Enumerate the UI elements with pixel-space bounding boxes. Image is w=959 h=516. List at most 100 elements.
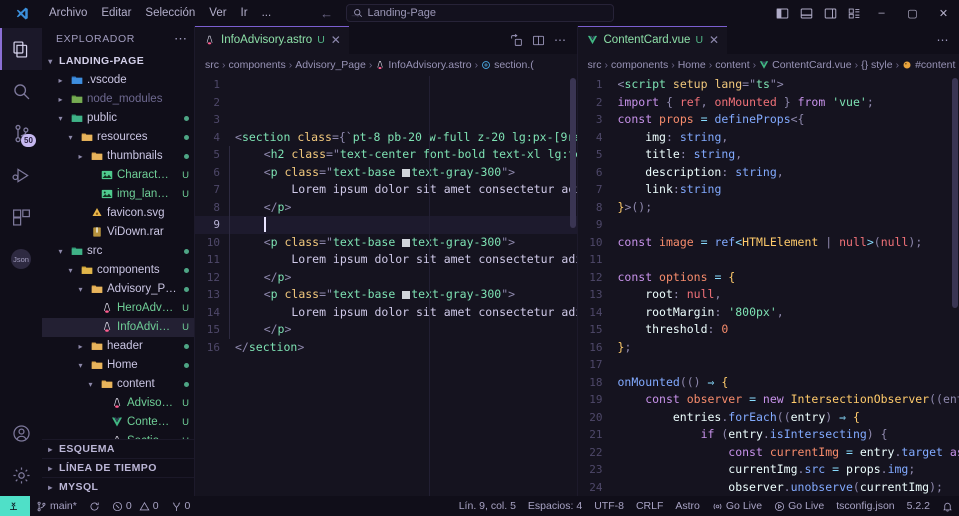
status-go-live-secondary[interactable]: Go Live [768,496,830,516]
tree-item-node-modules[interactable]: ▸ node_modules [42,90,194,109]
code-line[interactable]: 4 <section class={`pt-8 pb-20 w-full z-20… [195,129,576,147]
code-line[interactable]: 8}>(); [578,199,959,217]
layout-icon[interactable] [529,26,548,54]
status-eol[interactable]: CRLF [630,496,669,516]
status-indentation[interactable]: Espacios: 4 [522,496,588,516]
menu-seleccion[interactable]: Selección [138,4,202,22]
code-line[interactable]: 3 const props = defineProps<{ [578,111,959,129]
menu-editar[interactable]: Editar [94,4,138,22]
breadcrumb-item[interactable]: section.( [481,59,534,71]
tree-item-header[interactable]: ▸ header [42,337,194,356]
code-line[interactable]: 13 <p class="text-base text-gray-300"> [195,286,577,304]
file-tree[interactable]: ▾ LANDING-PAGE ▸ .vscode ▸ node_modules ▾ publi… [42,52,194,440]
menu-more[interactable]: ... [255,4,279,22]
tree-item-advisory-page[interactable]: ▾ Advisory_Page [42,280,194,299]
tree-item-contentcard-[interactable]: ContentCard.... U [42,413,194,432]
breadcrumb-item[interactable]: #content [902,59,955,71]
code-line[interactable]: 19 const observer = new IntersectionObse… [578,391,959,409]
status-ports[interactable]: 0 [165,496,197,516]
breadcrumb-item[interactable]: components [229,59,286,71]
activity-item-extensions[interactable] [0,196,42,238]
tree-item-components[interactable]: ▾ components [42,261,194,280]
menu-ver[interactable]: Ver [202,4,233,22]
more-actions-icon[interactable]: ⋯ [933,26,952,54]
customize-layout-icon[interactable] [842,0,866,26]
tree-item-sectioncont-[interactable]: SectionCont... U [42,432,194,440]
tree-item-src[interactable]: ▾ src [42,242,194,261]
code-line[interactable]: 11 Lorem ipsum dolor sit amet consectetu… [195,251,577,269]
breadcrumb-item[interactable]: src [205,59,219,71]
sidebar-section-linea-de-tiempo[interactable]: ▸ LÍNEA DE TIEMPO [42,458,194,477]
activity-item-search[interactable] [0,70,42,112]
code-line[interactable]: 1 [195,76,577,94]
breadcrumb-item[interactable]: Home [678,59,706,71]
code-line[interactable]: 8 </p> [195,198,577,216]
tab-contentcard-vue[interactable]: ContentCard.vue U ✕ [577,26,729,54]
split-editor-icon[interactable] [507,26,526,54]
code-line[interactable]: 6 description: string, [578,164,959,182]
activity-item-settings[interactable] [0,454,42,496]
code-line[interactable]: 17 [578,356,959,374]
scrollbar-vertical-left[interactable] [568,76,577,496]
code-line[interactable]: 21 if (entry.isIntersecting) { [578,426,959,444]
ellipsis-icon[interactable]: ⋯ [174,31,188,47]
code-line[interactable]: 2 [195,94,577,112]
code-line[interactable]: 6 <p class="text-base text-gray-300"> [195,163,577,181]
toggle-secondary-sidebar-icon[interactable] [818,0,842,26]
code-line[interactable]: 23 currentImg.src = props.img; [578,461,959,479]
breadcrumb-item[interactable]: {} style [861,59,893,71]
menu-ir[interactable]: Ir [234,4,255,22]
status-cursor-position[interactable]: Lín. 9, col. 5 [453,496,522,516]
activity-item-explorer[interactable] [0,28,42,70]
tree-item-favicon-svg[interactable]: favicon.svg [42,204,194,223]
tree-item-img-landing-we-[interactable]: img_landing.we... U [42,185,194,204]
maximize-button[interactable]: ▢ [897,0,928,26]
status-problems[interactable]: 0 0 [106,496,165,516]
breadcrumb-right[interactable]: src › components › Home › content › ContentCard.… [577,54,959,76]
tab-infoadvisory-astro[interactable]: InfoAdvisory.astro U ✕ [195,26,350,54]
code-line[interactable]: 16}; [578,339,959,357]
code-line[interactable]: 20 entries.forEach((entry) ⇒ { [578,409,959,427]
status-version[interactable]: 5.2.2 [901,496,936,516]
status-sync-changes[interactable] [83,496,106,516]
tree-item-character-advis-[interactable]: Character Advis... U [42,166,194,185]
close-icon[interactable]: ✕ [331,33,341,47]
tree-item-infoadvisory-a-[interactable]: InfoAdvisory.a... U [42,317,194,337]
breadcrumb-item[interactable]: Advisory_Page [295,59,366,71]
code-line[interactable]: 12 const options = { [578,269,959,287]
tree-item--vscode[interactable]: ▸ .vscode [42,71,194,90]
code-editor-left[interactable]: 1 2 3 4 <section class={`pt-8 pb-20 w-full z… [195,76,577,496]
breadcrumb-item[interactable]: content [715,59,749,71]
remote-indicator[interactable] [0,496,30,516]
more-actions-icon[interactable]: ⋯ [551,26,570,54]
code-line[interactable]: 10 <p class="text-base text-gray-300"> [195,233,577,251]
code-line[interactable]: 12 </p> [195,268,577,286]
breadcrumb-item[interactable]: components [611,59,668,71]
tree-item-home[interactable]: ▾ Home [42,356,194,375]
tree-root-landing-page[interactable]: ▾ LANDING-PAGE [42,52,194,71]
code-line[interactable]: 13 root: null, [578,286,959,304]
tree-item-content[interactable]: ▾ content [42,375,194,394]
code-line[interactable]: 22 const currentImg = entry.target as [578,444,959,462]
activity-item-accounts[interactable] [0,412,42,454]
close-button[interactable]: ✕ [928,0,959,26]
code-line[interactable]: 14 rootMargin: '800px', [578,304,959,322]
code-line[interactable]: 3 [195,111,577,129]
code-line[interactable]: 15 threshold: 0 [578,321,959,339]
status-go-live-primary[interactable]: Go Live [706,496,768,516]
breadcrumb-item[interactable]: src [588,59,602,71]
minimize-button[interactable]: – [866,0,897,26]
tree-item-thumbnails[interactable]: ▸ thumbnails [42,147,194,166]
toggle-primary-sidebar-icon[interactable] [770,0,794,26]
code-line[interactable]: 9 [578,216,959,234]
code-line[interactable]: 14 Lorem ipsum dolor sit amet consectetu… [195,303,577,321]
code-line[interactable]: 2 import { ref, onMounted } from 'vue'; [578,94,959,112]
tree-item-public[interactable]: ▾ public [42,109,194,128]
arrow-left-icon[interactable]: ← [320,6,333,21]
activity-item-source-control[interactable]: 50 [0,112,42,154]
code-line[interactable]: 11 [578,251,959,269]
code-line[interactable]: 24 observer.unobserve(currentImg); [578,479,959,497]
command-center-search[interactable]: Landing-Page [345,4,614,22]
breadcrumb-item[interactable]: InfoAdvisory.astro [375,59,472,71]
close-icon[interactable]: ✕ [709,33,719,47]
